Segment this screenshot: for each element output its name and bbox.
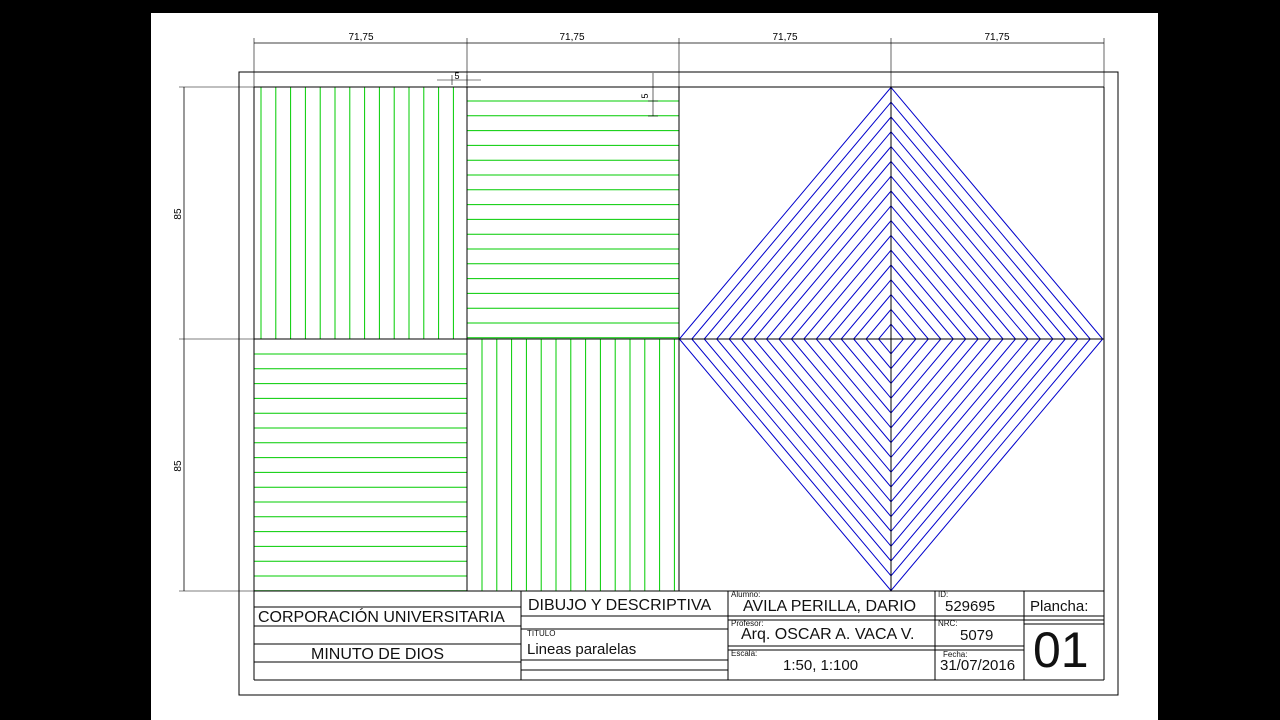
profesor-value: Arq. OSCAR A. VACA V. (741, 626, 915, 643)
course-title: DIBUJO Y DESCRIPTIVA (528, 597, 712, 614)
institution-line2: MINUTO DE DIOS (311, 646, 445, 663)
plancha-number: 01 (1033, 622, 1089, 678)
fecha-value: 31/07/2016 (940, 657, 1016, 674)
titulo-value: Lineas paralelas (527, 641, 637, 658)
id-value: 529695 (945, 598, 996, 615)
green-horizontal-lines-bottom-left (254, 353, 467, 592)
escala-label: Escala: (731, 649, 758, 658)
green-vertical-lines-top-left (260, 87, 454, 339)
dim-height-1: 85 (173, 208, 184, 220)
dim-width-2: 71,75 (559, 32, 584, 43)
dim-spacing-horizontal: 5 (454, 71, 459, 81)
green-vertical-lines-bottom-middle (481, 339, 675, 591)
dim-width-3: 71,75 (772, 32, 797, 43)
dim-spacing-vertical: 5 (640, 93, 650, 98)
drawing-sheet: 71,75 71,75 71,75 71,75 5 5 85 85 CORPOR… (151, 13, 1158, 720)
nrc-label: NRC: (938, 619, 958, 628)
green-horizontal-lines-top-middle (467, 100, 679, 339)
alumno-value: AVILA PERILLA, DARIO (743, 598, 917, 615)
titulo-label: TITULO (527, 629, 556, 638)
dim-height-2: 85 (173, 460, 184, 472)
plancha-label: Plancha: (1030, 598, 1089, 615)
dimension-lines (179, 38, 1105, 592)
dim-width-4: 71,75 (984, 32, 1009, 43)
nrc-value: 5079 (960, 627, 994, 644)
institution-line1: CORPORACIÓN UNIVERSITARIA (258, 609, 505, 626)
escala-value: 1:50, 1:100 (783, 657, 859, 674)
dim-width-1: 71,75 (348, 32, 373, 43)
